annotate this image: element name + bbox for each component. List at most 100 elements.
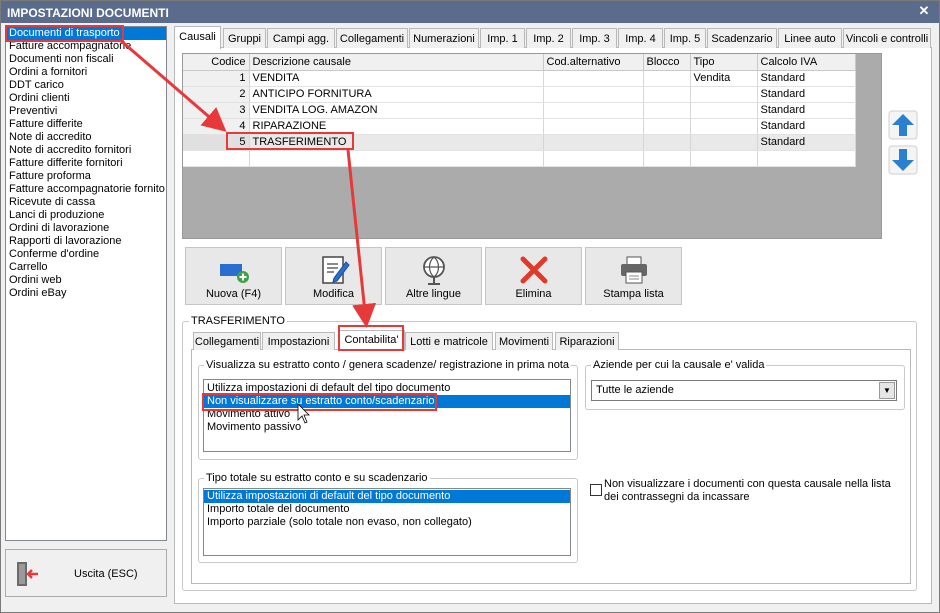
contrassegni-checkbox[interactable]: [590, 484, 602, 496]
list-item[interactable]: Rapporti di lavorazione: [6, 235, 166, 248]
delete-x-icon: [520, 256, 547, 284]
table-row[interactable]: 3 VENDITA LOG. AMAZON Standard: [183, 102, 856, 119]
table-row[interactable]: 2 ANTICIPO FORNITURA Standard: [183, 86, 856, 103]
aziende-select-value: Tutte le aziende: [596, 384, 674, 396]
nuova-button[interactable]: Nuova (F4): [185, 247, 282, 305]
list-item[interactable]: Conferme d'ordine: [6, 248, 166, 261]
altre-lingue-label: Altre lingue: [405, 288, 462, 300]
col-calcolo-iva[interactable]: Calcolo IVA: [757, 54, 856, 71]
col-blocco[interactable]: Blocco: [643, 54, 691, 71]
annotation-box-trasferimento: [226, 132, 354, 150]
list-item[interactable]: Ordini a fornitori: [6, 66, 166, 79]
list-item[interactable]: Lanci di produzione: [6, 209, 166, 222]
aziende-select[interactable]: Tutte le aziende ▼: [591, 380, 897, 401]
tab-collegamenti[interactable]: Collegamenti: [336, 28, 408, 48]
exit-button[interactable]: Uscita (ESC): [5, 549, 167, 597]
tab-linee-auto[interactable]: Linee auto: [778, 28, 842, 48]
cell-calcolo-iva: [757, 150, 856, 167]
close-icon[interactable]: ✕: [917, 4, 931, 18]
tab-imp-1[interactable]: Imp. 1: [480, 28, 525, 48]
list-item[interactable]: Fatture proforma: [6, 170, 166, 183]
table-row[interactable]: 1 VENDITA Vendita Standard: [183, 70, 856, 87]
list-item[interactable]: Carrello: [6, 261, 166, 274]
arrow-down-icon[interactable]: [888, 145, 918, 175]
document-type-list[interactable]: Documenti di trasporto Fatture accompagn…: [5, 26, 167, 541]
cell-tipo: Vendita: [690, 70, 758, 87]
col-codice[interactable]: Codice: [183, 54, 250, 71]
elimina-label: Elimina: [515, 288, 552, 300]
cell-tipo: [690, 86, 758, 103]
list-item[interactable]: Fatture differite fornitori: [6, 157, 166, 170]
tab-numerazioni[interactable]: Numerazioni: [409, 28, 479, 48]
cell-cod-alternativo: [543, 70, 644, 87]
list-item[interactable]: Note di accredito: [6, 131, 166, 144]
tab-scadenzario[interactable]: Scadenzario: [707, 28, 777, 48]
list-item[interactable]: DDT carico: [6, 79, 166, 92]
window-titlebar: IMPOSTAZIONI DOCUMENTI ✕: [1, 1, 939, 23]
altre-lingue-button[interactable]: Altre lingue: [385, 247, 482, 305]
tab-gruppi[interactable]: Gruppi: [223, 28, 266, 48]
stampa-lista-button[interactable]: Stampa lista: [585, 247, 682, 305]
tab-imp-3[interactable]: Imp. 3: [572, 28, 617, 48]
new-document-icon: [219, 264, 249, 283]
list-item[interactable]: Fatture accompagnatorie fornito: [6, 183, 166, 196]
tab-vincoli-e-controlli[interactable]: Vincoli e controlli: [843, 28, 931, 48]
list-item-selected[interactable]: Utilizza impostazioni di default del tip…: [204, 490, 570, 503]
list-item[interactable]: Importo parziale (solo totale non evaso,…: [204, 516, 570, 529]
cell-descrizione: VENDITA LOG. AMAZON: [249, 102, 544, 119]
list-item[interactable]: Ordini di lavorazione: [6, 222, 166, 235]
list-item[interactable]: Ordini eBay: [6, 287, 166, 300]
cell-codice: 2: [183, 86, 250, 103]
tab-riparazioni[interactable]: Riparazioni: [555, 332, 619, 350]
tab-collegamenti-inner[interactable]: Collegamenti: [193, 332, 261, 350]
cell-calcolo-iva: Standard: [757, 118, 856, 135]
list-item[interactable]: Importo totale del documento: [204, 503, 570, 516]
estratto-listbox[interactable]: Utilizza impostazioni di default del tip…: [203, 379, 571, 452]
list-item[interactable]: Note di accredito fornitori: [6, 144, 166, 157]
cell-tipo: [690, 134, 758, 151]
list-item[interactable]: Ordini clienti: [6, 92, 166, 105]
table-row-new[interactable]: [183, 150, 856, 167]
cell-cod-alternativo: [543, 150, 644, 167]
tab-lotti-e-matricole[interactable]: Lotti e matricole: [405, 332, 493, 350]
list-item[interactable]: Fatture differite: [6, 118, 166, 131]
tipo-totale-listbox[interactable]: Utilizza impostazioni di default del tip…: [203, 488, 571, 556]
tab-imp-2[interactable]: Imp. 2: [526, 28, 571, 48]
cell-descrizione: [249, 150, 544, 167]
list-item[interactable]: Ordini web: [6, 274, 166, 287]
nuova-label: Nuova (F4): [205, 288, 262, 300]
tab-imp-4[interactable]: Imp. 4: [618, 28, 663, 48]
tab-impostazioni[interactable]: Impostazioni: [262, 332, 335, 350]
estratto-title: Visualizza su estratto conto / genera sc…: [204, 359, 571, 371]
tab-imp-5[interactable]: Imp. 5: [664, 28, 706, 48]
col-descrizione[interactable]: Descrizione causale: [249, 54, 544, 71]
list-item[interactable]: Preventivi: [6, 105, 166, 118]
annotation-box-option: [202, 393, 437, 411]
list-item[interactable]: Movimento passivo: [204, 421, 570, 434]
cell-cod-alternativo: [543, 86, 644, 103]
col-tipo[interactable]: Tipo: [690, 54, 758, 71]
chevron-down-icon[interactable]: ▼: [879, 382, 895, 399]
modifica-button[interactable]: Modifica: [285, 247, 382, 305]
tab-causali[interactable]: Causali: [174, 26, 221, 49]
grid-header-row: Codice Descrizione causale Cod.alternati…: [183, 54, 856, 71]
cell-blocco: [643, 70, 691, 87]
list-item[interactable]: Ricevute di cassa: [6, 196, 166, 209]
tab-campi-agg[interactable]: Campi agg.: [267, 28, 335, 48]
col-cod-alternativo[interactable]: Cod.alternativo: [543, 54, 644, 71]
cell-cod-alternativo: [543, 102, 644, 119]
cell-codice: 1: [183, 70, 250, 87]
exit-door-icon: [17, 562, 38, 586]
annotation-box-contabilita: [338, 325, 404, 351]
list-item[interactable]: Documenti non fiscali: [6, 53, 166, 66]
elimina-button[interactable]: Elimina: [485, 247, 582, 305]
cell-codice: [183, 150, 250, 167]
arrow-up-icon[interactable]: [888, 110, 918, 140]
cell-cod-alternativo: [543, 118, 644, 135]
modifica-label: Modifica: [313, 288, 354, 300]
tab-movimenti[interactable]: Movimenti: [495, 332, 553, 350]
globe-pin-icon: [422, 256, 445, 285]
annotation-box-documenti: [5, 25, 124, 42]
cell-descrizione: VENDITA: [249, 70, 544, 87]
cell-descrizione: ANTICIPO FORNITURA: [249, 86, 544, 103]
